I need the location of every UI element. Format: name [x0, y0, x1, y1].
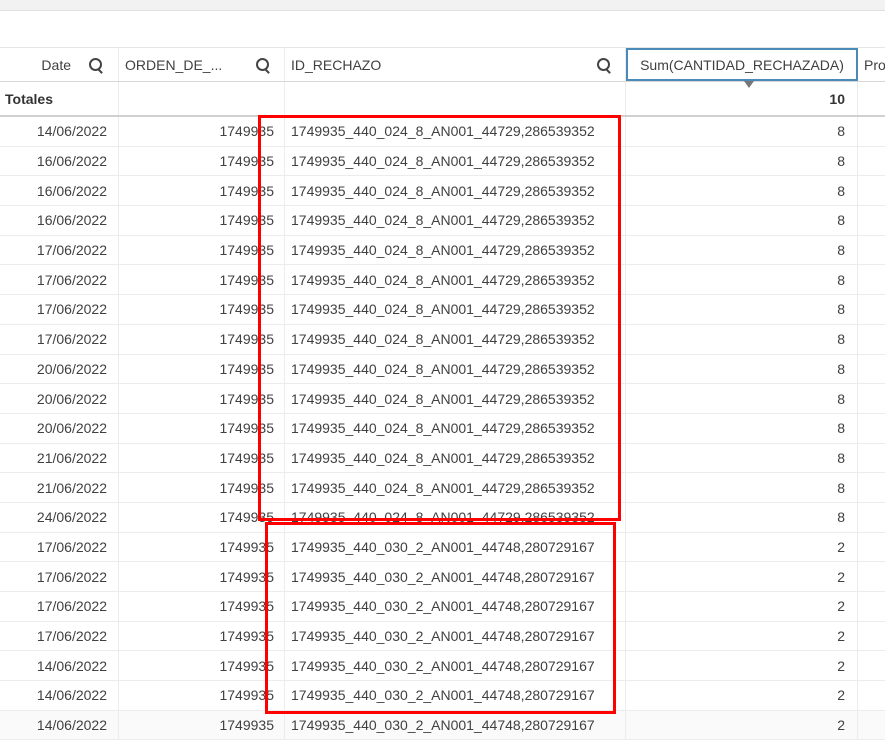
empty-cell: [285, 82, 626, 115]
highlight-box-group-1: [258, 115, 621, 521]
highlight-box-group-2: [265, 522, 616, 714]
empty-cell: [858, 414, 885, 443]
sort-descending-icon[interactable]: [744, 81, 754, 88]
date-cell[interactable]: 17/06/2022: [0, 592, 119, 621]
column-label: Pro: [864, 56, 885, 73]
orden-cell[interactable]: 1749935: [119, 651, 285, 681]
date-cell[interactable]: 20/06/2022: [0, 384, 119, 413]
empty-cell: [858, 651, 885, 680]
date-cell[interactable]: 14/06/2022: [0, 651, 119, 681]
sum-cell[interactable]: 8: [626, 384, 858, 413]
column-header-sum[interactable]: Sum(CANTIDAD_RECHAZADA): [626, 48, 858, 81]
date-cell[interactable]: 17/06/2022: [0, 621, 119, 651]
empty-cell: [858, 176, 885, 205]
empty-cell: [119, 82, 285, 115]
totals-sum: 10: [626, 82, 858, 115]
id-rechazo-cell[interactable]: 1749935_440_030_2_AN001_44748,280729167: [285, 710, 626, 740]
date-cell[interactable]: 16/06/2022: [0, 176, 119, 206]
sum-cell[interactable]: 8: [626, 443, 858, 473]
empty-cell: [858, 473, 885, 502]
column-label: Date: [41, 56, 71, 73]
sum-cell[interactable]: 8: [626, 146, 858, 176]
top-toolbar: [0, 0, 885, 11]
empty-cell: [858, 295, 885, 324]
sum-cell[interactable]: 8: [626, 265, 858, 295]
search-icon[interactable]: [256, 57, 270, 72]
empty-cell: [858, 117, 885, 146]
date-cell[interactable]: 20/06/2022: [0, 413, 119, 443]
sum-cell[interactable]: 8: [626, 176, 858, 206]
sum-cell[interactable]: 2: [626, 651, 858, 681]
empty-cell: [858, 503, 885, 532]
empty-cell: [858, 206, 885, 235]
column-label: Sum(CANTIDAD_RECHAZADA): [640, 56, 844, 73]
sum-cell[interactable]: 8: [626, 354, 858, 384]
empty-cell: [858, 147, 885, 176]
sum-cell[interactable]: 8: [626, 413, 858, 443]
date-cell[interactable]: 14/06/2022: [0, 710, 119, 740]
empty-cell: [858, 384, 885, 413]
empty-cell: [858, 592, 885, 621]
totals-label: Totales: [0, 82, 119, 115]
sum-cell[interactable]: 2: [626, 562, 858, 591]
date-cell[interactable]: 17/06/2022: [0, 562, 119, 591]
date-cell[interactable]: 17/06/2022: [0, 265, 119, 295]
sum-cell[interactable]: 8: [626, 235, 858, 265]
orden-cell[interactable]: 1749935: [119, 562, 285, 591]
sum-cell[interactable]: 2: [626, 532, 858, 562]
column-header-orden[interactable]: ORDEN_DE_...: [119, 48, 285, 81]
date-cell[interactable]: 21/06/2022: [0, 443, 119, 473]
empty-cell: [858, 681, 885, 710]
empty-cell: [858, 562, 885, 591]
orden-cell[interactable]: 1749935: [119, 681, 285, 710]
column-header-date[interactable]: Date: [0, 48, 119, 81]
empty-cell: [858, 533, 885, 562]
date-cell[interactable]: 24/06/2022: [0, 502, 119, 532]
empty-cell: [858, 236, 885, 265]
sum-cell[interactable]: 2: [626, 621, 858, 651]
date-cell[interactable]: 16/06/2022: [0, 146, 119, 176]
sum-cell[interactable]: 8: [626, 473, 858, 502]
sum-cell[interactable]: 8: [626, 206, 858, 235]
date-cell[interactable]: 17/06/2022: [0, 295, 119, 324]
orden-cell[interactable]: 1749935: [119, 710, 285, 740]
empty-cell: [858, 265, 885, 294]
column-label: ID_RECHAZO: [291, 56, 382, 73]
sum-cell[interactable]: 8: [626, 502, 858, 532]
search-icon[interactable]: [597, 57, 611, 72]
orden-cell[interactable]: 1749935: [119, 592, 285, 621]
date-cell[interactable]: 17/06/2022: [0, 235, 119, 265]
column-label: ORDEN_DE_...: [125, 56, 223, 73]
sum-cell[interactable]: 8: [626, 295, 858, 324]
date-cell[interactable]: 20/06/2022: [0, 354, 119, 384]
table-row[interactable]: 14/06/2022 1749935 1749935_440_030_2_AN001…: [0, 710, 885, 740]
date-cell[interactable]: 21/06/2022: [0, 473, 119, 502]
search-icon[interactable]: [89, 57, 103, 72]
orden-cell[interactable]: 1749935: [119, 532, 285, 562]
date-cell[interactable]: 17/06/2022: [0, 532, 119, 562]
empty-cell: [858, 325, 885, 354]
date-cell[interactable]: 17/06/2022: [0, 324, 119, 354]
date-cell[interactable]: 14/06/2022: [0, 681, 119, 710]
date-cell[interactable]: 16/06/2022: [0, 206, 119, 235]
sum-cell[interactable]: 2: [626, 710, 858, 740]
sum-cell[interactable]: 8: [626, 324, 858, 354]
column-header-next[interactable]: Pro: [858, 48, 885, 81]
sum-cell[interactable]: 2: [626, 681, 858, 710]
empty-cell: [858, 444, 885, 473]
empty-cell: [858, 355, 885, 384]
orden-cell[interactable]: 1749935: [119, 621, 285, 651]
empty-cell: [858, 82, 885, 115]
column-header-id-rechazo[interactable]: ID_RECHAZO: [285, 48, 626, 81]
sum-cell[interactable]: 2: [626, 592, 858, 621]
header-row: Date ORDEN_DE_... ID_RECHAZO Sum(CANTIDA…: [0, 47, 885, 82]
sum-cell[interactable]: 8: [626, 117, 858, 146]
empty-cell: [858, 711, 885, 740]
date-cell[interactable]: 14/06/2022: [0, 117, 119, 146]
empty-cell: [858, 622, 885, 651]
